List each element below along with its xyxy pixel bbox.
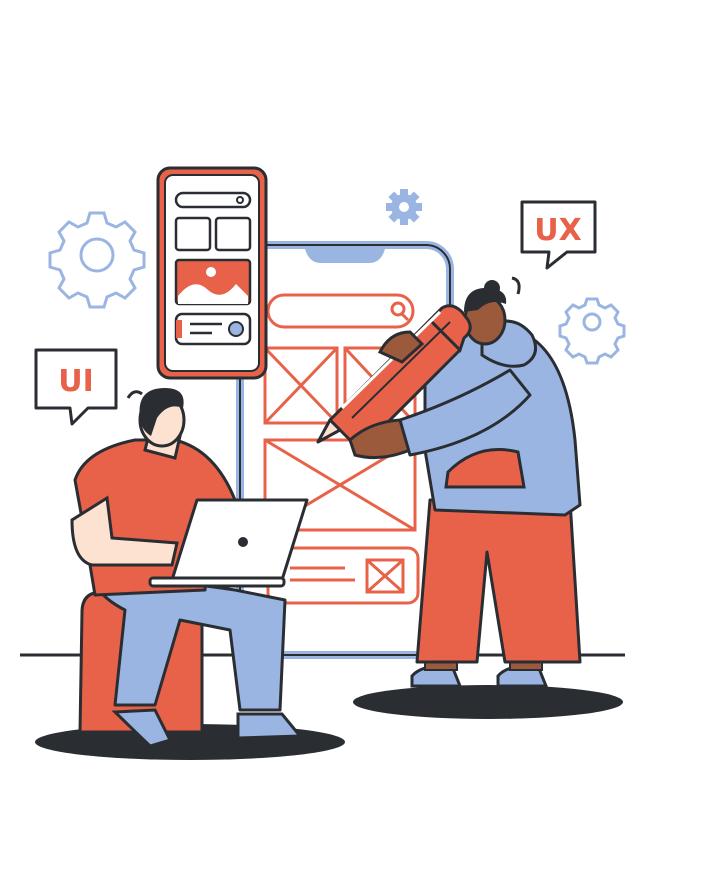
gear-icon [558, 297, 626, 365]
ground-shadow [353, 685, 623, 719]
ui-ux-designers-illustration: UI UX [20, 166, 626, 760]
gear-icon [386, 189, 422, 225]
ux-speech-bubble: UX [520, 200, 597, 270]
gear-icon [48, 211, 146, 309]
ui-bubble-label: UI [58, 364, 94, 399]
ux-bubble-label: UX [534, 213, 582, 248]
wireframe-phone [156, 166, 268, 380]
ui-speech-bubble: UI [34, 348, 118, 426]
